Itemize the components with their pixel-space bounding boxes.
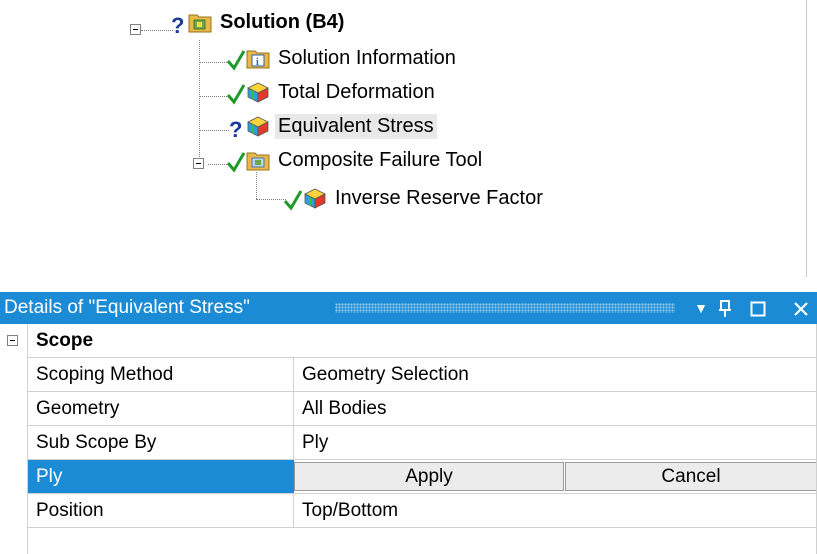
property-value[interactable]: Ply: [294, 426, 817, 459]
result-cube-icon: [304, 188, 326, 209]
solution-folder-icon: [188, 14, 212, 33]
info-icon: i: [246, 50, 270, 69]
tree-node-composite-failure-tool[interactable]: Composite Failure Tool: [226, 144, 485, 176]
close-icon[interactable]: [788, 292, 814, 324]
cancel-button[interactable]: Cancel: [565, 462, 817, 491]
property-row-position[interactable]: Position Top/Bottom: [28, 494, 817, 528]
tree-node-label: Solution Information: [278, 46, 456, 69]
property-name: Geometry: [28, 392, 294, 425]
property-name: Scoping Method: [28, 358, 294, 391]
tree-node-label: Equivalent Stress: [275, 113, 437, 139]
property-row-ply[interactable]: Ply Apply Cancel: [28, 460, 817, 494]
details-panel-title: Details of "Equivalent Stress": [4, 297, 250, 318]
property-name: Ply: [28, 460, 294, 493]
pin-icon[interactable]: [713, 292, 737, 324]
category-label: Scope: [36, 330, 94, 351]
grid-gutter: [0, 324, 28, 554]
collapse-solution-toggle[interactable]: [130, 24, 141, 35]
tree-node-equivalent-stress[interactable]: ? Equivalent Stress: [226, 110, 437, 142]
property-name: Position: [28, 494, 294, 527]
check-status-icon: [283, 190, 303, 211]
check-status-icon: [226, 152, 246, 173]
tree-connector: [256, 172, 257, 199]
category-row-scope[interactable]: Scope: [28, 324, 817, 358]
question-status-icon: ?: [229, 117, 242, 139]
property-value[interactable]: All Bodies: [294, 392, 817, 425]
check-status-icon: [226, 50, 246, 71]
tree-node-label: Total Deformation: [278, 80, 435, 103]
outline-tree: ? Solution (B4) i Solution Information T…: [0, 0, 806, 277]
tree-connector: [199, 40, 200, 165]
property-row-scoping-method[interactable]: Scoping Method Geometry Selection: [28, 358, 817, 392]
collapse-scope-toggle[interactable]: [7, 335, 18, 346]
tree-node-label: Inverse Reserve Factor: [335, 186, 543, 209]
svg-text:i: i: [256, 57, 259, 68]
tool-folder-icon: [246, 152, 270, 171]
check-status-icon: [226, 84, 246, 105]
collapse-composite-toggle[interactable]: [193, 158, 204, 169]
tree-node-total-deformation[interactable]: Total Deformation: [226, 76, 438, 108]
tree-node-solution[interactable]: ? Solution (B4): [170, 6, 347, 38]
property-value[interactable]: Geometry Selection: [294, 358, 817, 391]
tree-connector: [199, 62, 229, 63]
tree-node-label: Solution (B4): [220, 10, 345, 33]
dropdown-arrow-icon[interactable]: ▼: [690, 292, 712, 324]
tree-connector: [141, 30, 173, 31]
tree-node-label: Composite Failure Tool: [278, 148, 483, 171]
details-panel-header: Details of "Equivalent Stress" ▼: [0, 292, 817, 324]
maximize-icon[interactable]: [746, 292, 770, 324]
tree-connector: [199, 130, 229, 131]
svg-text:?: ?: [229, 117, 242, 139]
tree-node-solution-information[interactable]: i Solution Information: [226, 42, 459, 74]
property-value[interactable]: Top/Bottom: [294, 494, 817, 527]
tree-node-inverse-reserve-factor[interactable]: Inverse Reserve Factor: [283, 182, 546, 214]
tree-connector: [199, 96, 229, 97]
svg-text:?: ?: [171, 13, 184, 35]
apply-button[interactable]: Apply: [294, 462, 564, 491]
drag-grip[interactable]: [335, 303, 675, 313]
question-status-icon: ?: [171, 13, 184, 35]
tree-connector: [256, 199, 286, 200]
tree-border: [806, 0, 807, 277]
property-name: Sub Scope By: [28, 426, 294, 459]
details-grid: Scope Scoping Method Geometry Selection …: [0, 324, 817, 554]
property-row-geometry[interactable]: Geometry All Bodies: [28, 392, 817, 426]
property-row-sub-scope-by[interactable]: Sub Scope By Ply: [28, 426, 817, 460]
result-cube-icon: [247, 82, 269, 103]
result-cube-icon: [247, 116, 269, 137]
